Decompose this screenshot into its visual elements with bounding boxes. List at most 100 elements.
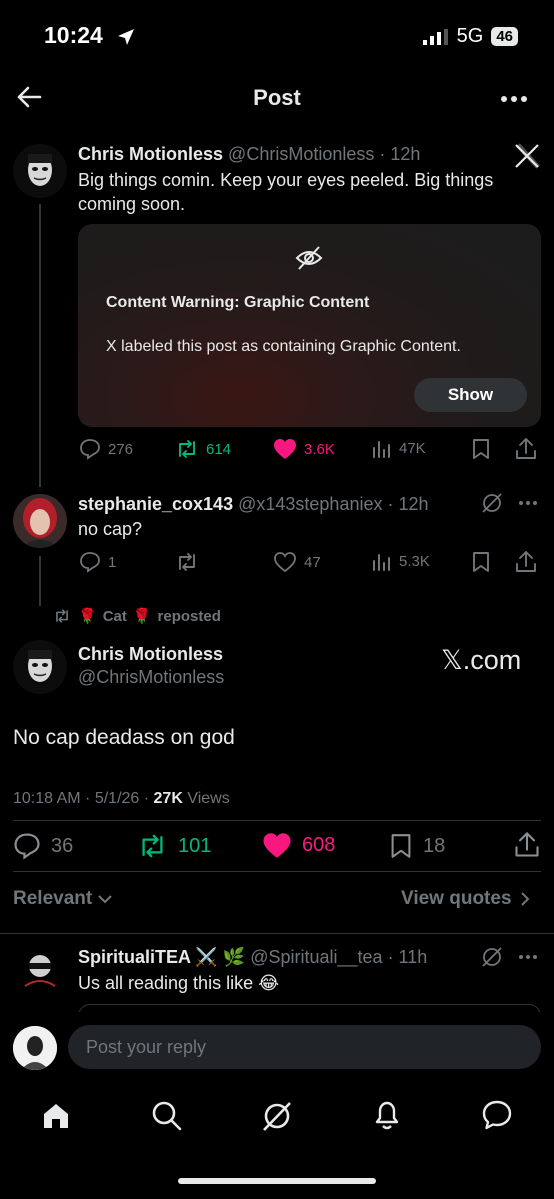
author-handle[interactable]: @x143stephaniex xyxy=(238,494,382,514)
show-button[interactable]: Show xyxy=(414,378,527,412)
post-time: · 12h xyxy=(379,144,421,164)
author-name[interactable]: Chris Motionless xyxy=(78,644,223,665)
like-action[interactable]: 608 xyxy=(262,832,335,859)
rose-emoji: 🌹 xyxy=(78,608,97,625)
page-title: Post xyxy=(253,85,301,110)
reply-icon xyxy=(13,832,41,860)
chevron-down-icon xyxy=(98,894,112,904)
bookmark-icon[interactable] xyxy=(471,438,491,460)
divider xyxy=(13,871,541,872)
avatar[interactable] xyxy=(13,1026,57,1070)
more-icon[interactable] xyxy=(518,500,538,506)
heart-icon xyxy=(273,551,297,573)
like-action[interactable]: 3.6K xyxy=(273,438,335,460)
views-count: 47K xyxy=(399,439,426,457)
bookmark-icon[interactable] xyxy=(471,551,491,573)
bookmark-action[interactable]: 18 xyxy=(389,832,445,860)
thread-line xyxy=(39,556,41,606)
author-handle[interactable]: @ChrisMotionless xyxy=(78,667,224,688)
post-time: · 11h xyxy=(387,947,428,967)
post-time: · 12h xyxy=(387,494,429,514)
bell-icon[interactable] xyxy=(372,1099,402,1131)
bookmark-icon xyxy=(389,832,413,860)
reposted-label: reposted xyxy=(157,607,221,625)
grok-icon[interactable] xyxy=(481,946,503,968)
rose-emoji: 🌹 xyxy=(132,608,152,625)
repost-action[interactable]: 101 xyxy=(137,832,211,860)
reply-count: 276 xyxy=(108,440,134,458)
sort-label: Relevant xyxy=(13,888,93,909)
grok-icon[interactable] xyxy=(260,1099,294,1133)
main-post-text: No cap deadass on god xyxy=(13,726,235,749)
repost-icon xyxy=(52,608,72,624)
share-icon[interactable] xyxy=(514,831,540,859)
share-icon[interactable] xyxy=(515,550,537,574)
thread-line xyxy=(39,204,41,487)
share-icon[interactable] xyxy=(515,437,537,461)
author-name[interactable]: Chris Motionless xyxy=(78,144,223,164)
view-quotes-link[interactable]: View quotes xyxy=(401,888,530,910)
avatar[interactable] xyxy=(13,144,67,198)
author-name[interactable]: SpiritualiTEA ⚔️ 🌿 xyxy=(78,947,245,967)
x-logo-icon xyxy=(514,143,540,169)
avatar[interactable] xyxy=(13,640,67,694)
like-action[interactable]: 47 xyxy=(273,551,321,573)
post-header: Chris Motionless @ChrisMotionless · 12h xyxy=(78,144,420,165)
home-icon[interactable] xyxy=(41,1101,71,1131)
reply-header: SpiritualiTEA ⚔️ 🌿 @Spirituali__tea · 11… xyxy=(78,947,427,968)
views-icon xyxy=(372,438,392,458)
reply-action[interactable]: 36 xyxy=(13,832,73,860)
heart-icon xyxy=(273,438,297,460)
post-text: Big things comin. Keep your eyes peeled.… xyxy=(78,170,494,214)
eye-off-icon xyxy=(295,244,323,272)
reply-action[interactable]: 276 xyxy=(79,438,133,460)
reply-input[interactable]: Post your reply xyxy=(68,1025,541,1069)
avatar[interactable] xyxy=(13,946,67,1000)
avatar[interactable] xyxy=(13,494,67,548)
reply-count: 36 xyxy=(51,834,74,857)
status-indicators: 5G 46 xyxy=(422,25,518,48)
network-label: 5G xyxy=(456,25,484,47)
repost-banner[interactable]: 🌹 Cat 🌹 reposted xyxy=(52,607,221,625)
x-watermark: 𝕏.com xyxy=(441,645,522,675)
views-action[interactable]: 5.3K xyxy=(372,551,430,571)
battery-indicator: 46 xyxy=(491,27,518,46)
author-name[interactable]: stephanie_cox143 xyxy=(78,494,233,514)
like-count: 3.6K xyxy=(304,440,335,458)
views-label: Views xyxy=(182,790,230,807)
repost-count: 614 xyxy=(206,440,232,458)
reply-action[interactable]: 1 xyxy=(79,551,116,573)
views-action[interactable]: 47K xyxy=(372,438,426,458)
signal-icon xyxy=(422,28,449,45)
reply-icon xyxy=(79,551,101,573)
divider xyxy=(0,933,554,934)
post-meta: 10:18 AM · 5/1/26 · 27K Views xyxy=(13,790,230,808)
repost-icon xyxy=(137,832,168,860)
status-time: 10:24 xyxy=(44,22,103,48)
repost-icon xyxy=(175,438,199,460)
messages-icon[interactable] xyxy=(481,1099,513,1131)
more-icon[interactable] xyxy=(500,95,528,103)
content-warning-body: X labeled this post as containing Graphi… xyxy=(106,338,461,355)
author-handle[interactable]: @Spirituali__tea xyxy=(250,947,382,967)
sort-dropdown[interactable]: Relevant xyxy=(13,888,112,910)
search-icon[interactable] xyxy=(151,1100,183,1132)
like-count: 47 xyxy=(304,553,321,571)
more-icon[interactable] xyxy=(518,954,538,960)
bookmark-count: 18 xyxy=(423,834,446,857)
repost-action[interactable] xyxy=(175,551,206,573)
content-warning-title: Content Warning: Graphic Content xyxy=(106,294,370,311)
views-count[interactable]: 27K xyxy=(154,790,183,807)
location-arrow-icon xyxy=(116,27,136,47)
grok-icon[interactable] xyxy=(481,492,503,514)
author-handle[interactable]: @ChrisMotionless xyxy=(228,144,374,164)
reposter-name: Cat xyxy=(102,607,127,625)
reply-icon xyxy=(79,438,101,460)
like-count: 608 xyxy=(302,834,336,856)
repost-icon xyxy=(175,551,199,573)
heart-icon xyxy=(262,832,292,859)
chevron-right-icon xyxy=(520,892,530,906)
home-indicator xyxy=(178,1178,376,1184)
repost-action[interactable]: 614 xyxy=(175,438,231,460)
post-text: no cap? xyxy=(78,519,143,539)
